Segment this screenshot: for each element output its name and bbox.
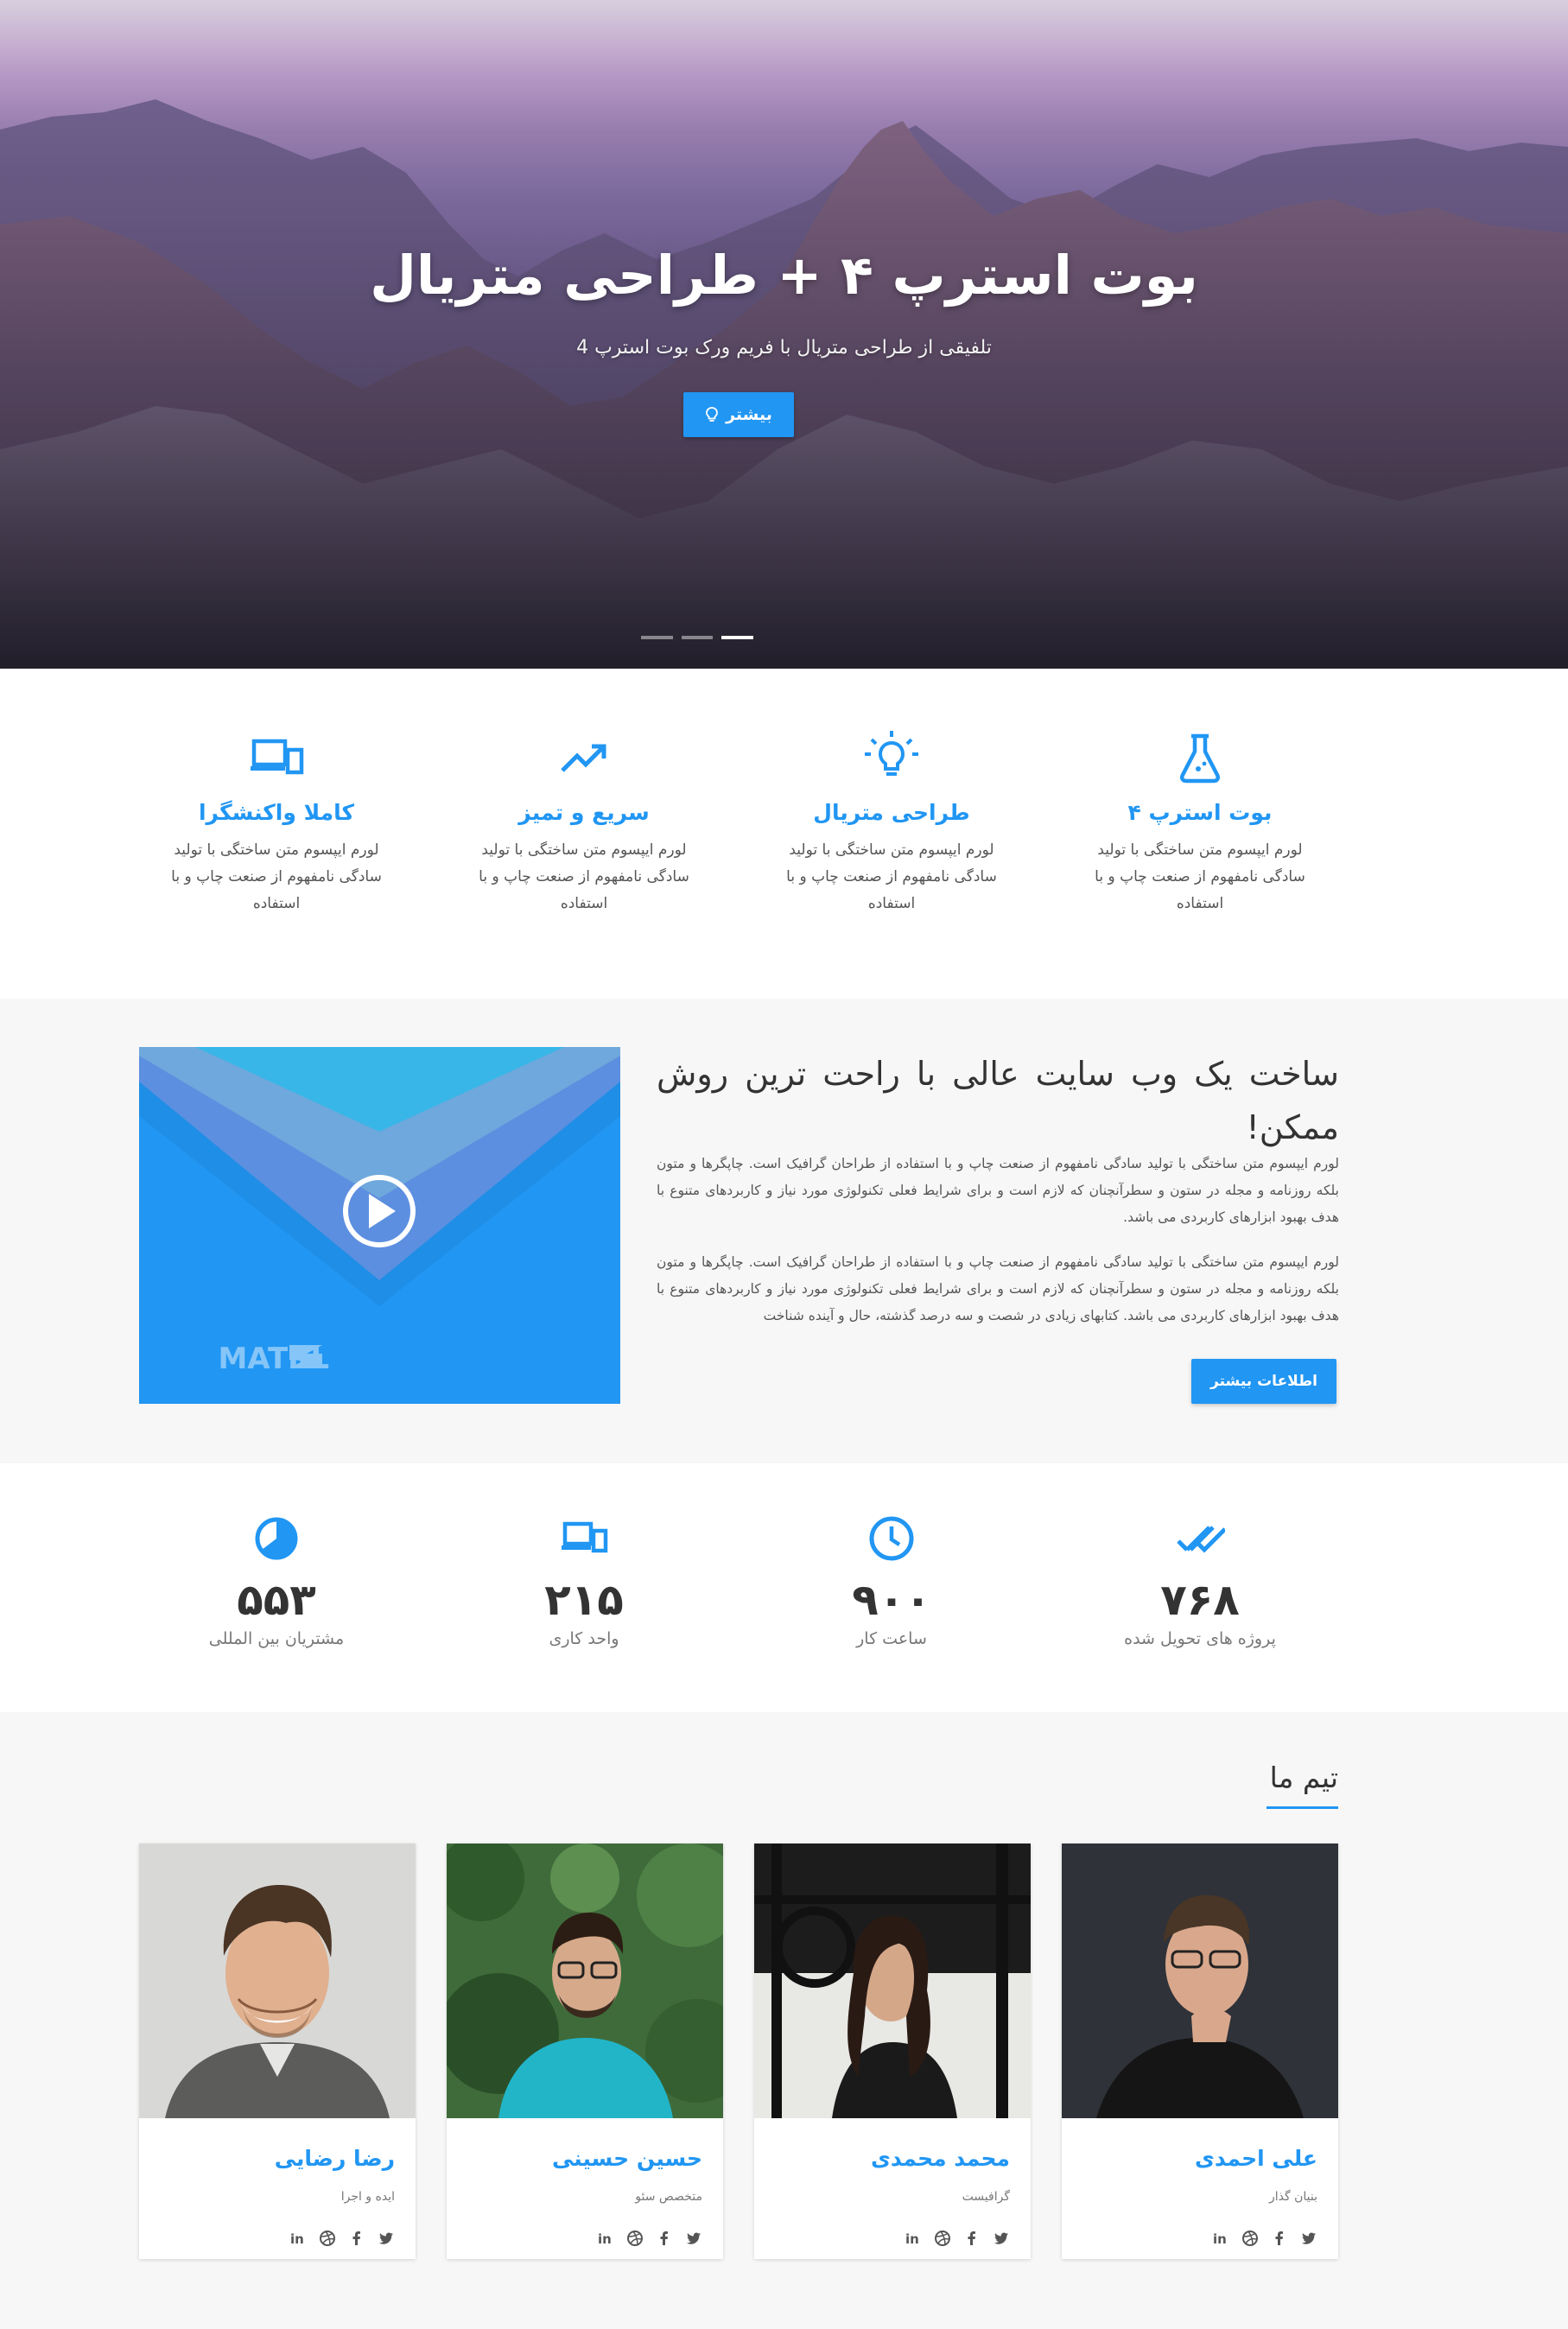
member-name[interactable]: حسین حسینی xyxy=(552,2146,702,2171)
stat-label: ساعت کار xyxy=(856,1629,927,1648)
svg-text:in: in xyxy=(1213,2231,1227,2247)
hero-subtitle: تلفیقی از طراحی متریال با فریم ورک بوت ا… xyxy=(576,337,992,359)
twitter-icon[interactable] xyxy=(1300,2230,1317,2247)
feature-bootstrap: بوت استرپ ۴ لورم ایپسوم متن ساختگی با تو… xyxy=(1070,727,1330,917)
stat-label: پروژه های تحویل شده xyxy=(1124,1629,1276,1648)
about-paragraph-1: لورم ایپسوم متن ساختگی با تولید سادگی نا… xyxy=(657,1156,1339,1225)
devices-icon xyxy=(251,739,304,775)
team-card: علی احمدی بنیان گذار in xyxy=(1062,1844,1338,2259)
twitter-icon[interactable] xyxy=(993,2230,1010,2247)
member-photo xyxy=(754,1844,1031,2118)
feature-fast: سریع و تمیز لورم ایپسوم متن ساختگی با تو… xyxy=(454,727,714,917)
pie-icon xyxy=(255,1517,298,1560)
feature-text: لورم ایپسوم متن ساختگی با تولید سادگی نا… xyxy=(786,841,997,912)
about-section: MATRL ساخت یک وب سایت عالی با راحت ترین … xyxy=(0,999,1568,1463)
team-title: تیم ما xyxy=(1269,1761,1338,1794)
feature-title: کاملا واکنشگرا xyxy=(198,800,355,825)
stat-label: واحد کاری xyxy=(549,1629,619,1648)
feature-text: لورم ایپسوم متن ساختگی با تولید سادگی نا… xyxy=(171,841,382,912)
feature-text: لورم ایپسوم متن ساختگی با تولید سادگی نا… xyxy=(479,841,689,912)
member-name[interactable]: محمد محمدی xyxy=(871,2146,1010,2171)
member-photo xyxy=(139,1844,416,2118)
member-photo xyxy=(1062,1844,1338,2118)
stat-value: ۹۰۰ xyxy=(852,1575,931,1625)
team-section: تیم ما علی احمدی بنیان گذار in محمد محمد… xyxy=(0,1712,1568,2329)
linkedin-icon[interactable]: in xyxy=(905,2230,922,2247)
about-title: ساخت یک وب سایت عالی با راحت ترین روش مم… xyxy=(657,1055,1339,1146)
matrl-logo: MATRL xyxy=(218,1342,329,1376)
devices-icon xyxy=(562,1521,608,1553)
clock-icon xyxy=(869,1516,914,1561)
double-check-icon xyxy=(1177,1526,1225,1553)
member-name[interactable]: علی احمدی xyxy=(1195,2146,1317,2171)
member-socials: in xyxy=(905,2230,1010,2247)
lightbulb-icon xyxy=(865,731,918,776)
trending-up-icon xyxy=(561,744,606,772)
slide-indicator-2[interactable] xyxy=(681,636,714,639)
facebook-icon[interactable] xyxy=(963,2230,981,2247)
svg-text:in: in xyxy=(290,2231,304,2247)
member-role: ایده و اجرا xyxy=(340,2190,395,2204)
matrl-logo-text: MATRL xyxy=(218,1342,329,1376)
video-thumbnail[interactable]: MATRL xyxy=(139,1047,620,1404)
facebook-icon[interactable] xyxy=(656,2230,673,2247)
stat-hours: ۹۰۰ ساعت کار xyxy=(762,1514,1021,1648)
stat-projects: ۷۶۸ پروژه های تحویل شده xyxy=(1070,1514,1330,1648)
facebook-icon[interactable] xyxy=(1271,2230,1288,2247)
member-photo xyxy=(447,1844,723,2118)
member-role: بنیان گذار xyxy=(1268,2190,1317,2204)
dribbble-icon[interactable] xyxy=(319,2230,336,2247)
slide-indicator-1[interactable] xyxy=(641,636,673,639)
twitter-icon[interactable] xyxy=(685,2230,702,2247)
hero-slider: بوت استرپ ۴ + طراحی متریال تلفیقی از طرا… xyxy=(0,0,1568,669)
hero-title: بوت استرپ ۴ + طراحی متریال xyxy=(370,244,1198,307)
member-name[interactable]: رضا رضایی xyxy=(275,2146,395,2171)
member-socials: in xyxy=(289,2230,395,2247)
svg-text:in: in xyxy=(905,2231,919,2247)
linkedin-icon[interactable]: in xyxy=(289,2230,307,2247)
feature-title: بوت استرپ ۴ xyxy=(1127,800,1273,825)
dribbble-icon[interactable] xyxy=(934,2230,951,2247)
team-title-underline xyxy=(1266,1806,1338,1809)
slide-indicator-3[interactable] xyxy=(721,636,754,639)
member-role: متخصص سئو xyxy=(635,2190,702,2204)
member-socials: in xyxy=(597,2230,702,2247)
member-socials: in xyxy=(1212,2230,1317,2247)
feature-title: طراحی متریال xyxy=(813,800,970,825)
stat-value: ۷۶۸ xyxy=(1160,1575,1240,1625)
stats-section: ۷۶۸ پروژه های تحویل شده ۹۰۰ ساعت کار ۲۱۵… xyxy=(0,1463,1568,1712)
stat-units: ۲۱۵ واحد کاری xyxy=(454,1514,714,1648)
stat-clients: ۵۵۳ مشتریان بین المللی xyxy=(147,1514,406,1648)
lightbulb-icon xyxy=(706,407,718,422)
hero-more-label: بیشتر xyxy=(726,405,772,424)
linkedin-icon[interactable]: in xyxy=(597,2230,614,2247)
twitter-icon[interactable] xyxy=(378,2230,395,2247)
more-info-button[interactable]: اطلاعات بیشتر xyxy=(1191,1359,1336,1404)
linkedin-icon[interactable]: in xyxy=(1212,2230,1229,2247)
stat-label: مشتریان بین المللی xyxy=(208,1629,345,1648)
dribbble-icon[interactable] xyxy=(1241,2230,1259,2247)
team-card: حسین حسینی متخصص سئو in xyxy=(447,1844,723,2259)
hero-mountain-image xyxy=(0,0,1568,669)
feature-material: طراحی متریال لورم ایپسوم متن ساختگی با ت… xyxy=(762,727,1021,917)
feature-text: لورم ایپسوم متن ساختگی با تولید سادگی نا… xyxy=(1095,841,1305,912)
facebook-icon[interactable] xyxy=(348,2230,365,2247)
team-card: رضا رضایی ایده و اجرا in xyxy=(139,1844,416,2259)
slider-indicators xyxy=(641,636,754,641)
video-graphic: MATRL xyxy=(139,1047,620,1404)
hero-more-button[interactable]: بیشتر xyxy=(683,392,794,437)
dribbble-icon[interactable] xyxy=(626,2230,644,2247)
features-section: بوت استرپ ۴ لورم ایپسوم متن ساختگی با تو… xyxy=(0,669,1568,999)
member-role: گرافیست xyxy=(962,2190,1010,2204)
feature-responsive: کاملا واکنشگرا لورم ایپسوم متن ساختگی با… xyxy=(147,727,406,917)
stat-value: ۲۱۵ xyxy=(544,1575,624,1625)
about-paragraph-2: لورم ایپسوم متن ساختگی با تولید سادگی نا… xyxy=(657,1254,1339,1323)
svg-text:in: in xyxy=(598,2231,612,2247)
flask-icon xyxy=(1179,733,1221,784)
stat-value: ۵۵۳ xyxy=(237,1575,316,1625)
team-card: محمد محمدی گرافیست in xyxy=(754,1844,1031,2259)
feature-title: سریع و تمیز xyxy=(518,800,650,825)
